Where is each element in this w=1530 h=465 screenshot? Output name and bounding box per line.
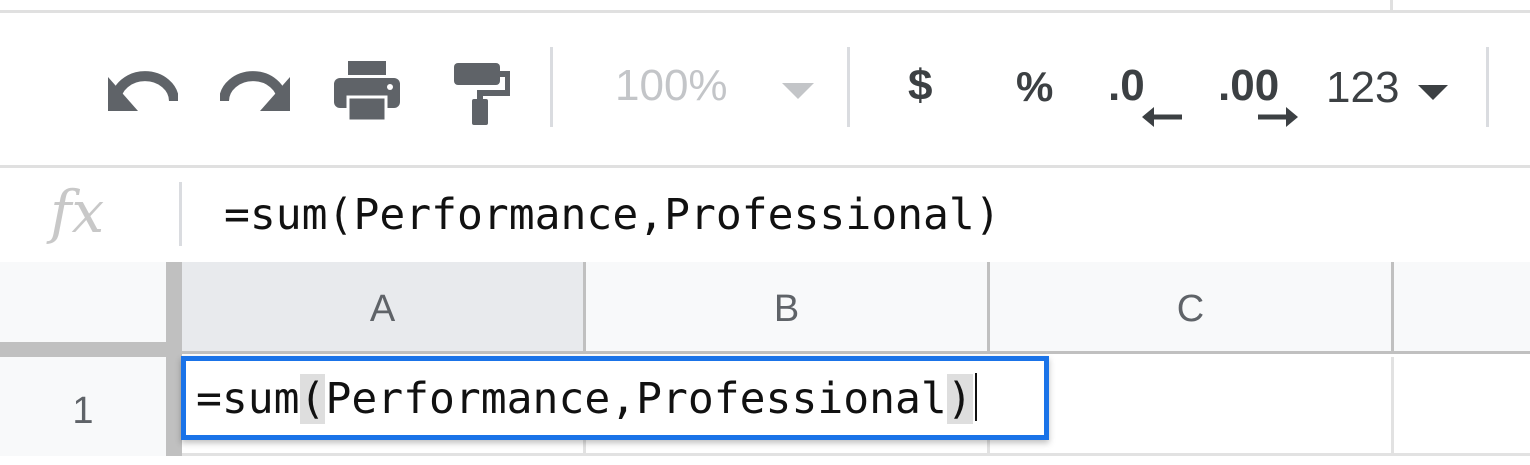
format-as-percent-button[interactable]: % <box>1016 63 1053 111</box>
text-caret <box>974 373 977 421</box>
format-as-currency-button[interactable]: $ <box>908 61 932 111</box>
select-all-corner[interactable] <box>0 262 182 358</box>
column-header-c[interactable]: C <box>990 262 1394 354</box>
column-header-b[interactable]: B <box>586 262 990 354</box>
decrease-decimal-button[interactable]: .0 <box>1108 61 1182 131</box>
undo-icon[interactable] <box>108 71 179 122</box>
chevron-down-icon[interactable] <box>782 83 814 99</box>
formula-args: Performance,Professional <box>325 374 947 424</box>
increase-decimal-label: .00 <box>1218 61 1280 110</box>
decrease-decimal-label: .0 <box>1108 61 1145 110</box>
toolbar-separator <box>1486 47 1489 127</box>
increase-decimal-button[interactable]: .00 <box>1218 61 1298 131</box>
column-header-d[interactable] <box>1394 262 1530 354</box>
cell-c1[interactable] <box>990 357 1394 456</box>
formula-bar: fx =sum(Performance,Professional) <box>0 165 1530 265</box>
top-strip-notch <box>1390 0 1393 10</box>
arrow-left-icon <box>1142 107 1182 127</box>
cell-editor[interactable]: =sum(Performance,Professional) <box>181 356 1049 440</box>
zoom-select[interactable]: 100% <box>615 61 728 111</box>
open-paren-highlight: ( <box>299 374 326 424</box>
arrow-right-icon <box>1258 107 1298 127</box>
print-icon[interactable] <box>334 61 400 126</box>
toolbar: 100% $ % .0 .00 123 <box>0 13 1530 165</box>
cell-d1[interactable] <box>1394 357 1530 456</box>
formula-input[interactable]: =sum(Performance,Professional) <box>224 190 1001 240</box>
paint-format-icon[interactable] <box>454 61 511 130</box>
formula-bar-divider <box>179 182 182 246</box>
formula-prefix: =sum <box>196 374 300 424</box>
chevron-down-icon[interactable] <box>1418 85 1448 100</box>
column-header-a[interactable]: A <box>182 262 586 354</box>
number-format-button[interactable]: 123 <box>1326 63 1399 113</box>
top-strip <box>0 0 1530 13</box>
redo-icon[interactable] <box>219 71 290 122</box>
toolbar-separator <box>847 47 850 127</box>
row-header-1[interactable]: 1 <box>0 357 182 456</box>
close-paren-highlight: ) <box>946 374 973 424</box>
toolbar-separator <box>550 47 553 127</box>
cell-editor-text[interactable]: =sum(Performance,Professional) <box>196 373 977 424</box>
fx-icon: fx <box>50 178 105 246</box>
